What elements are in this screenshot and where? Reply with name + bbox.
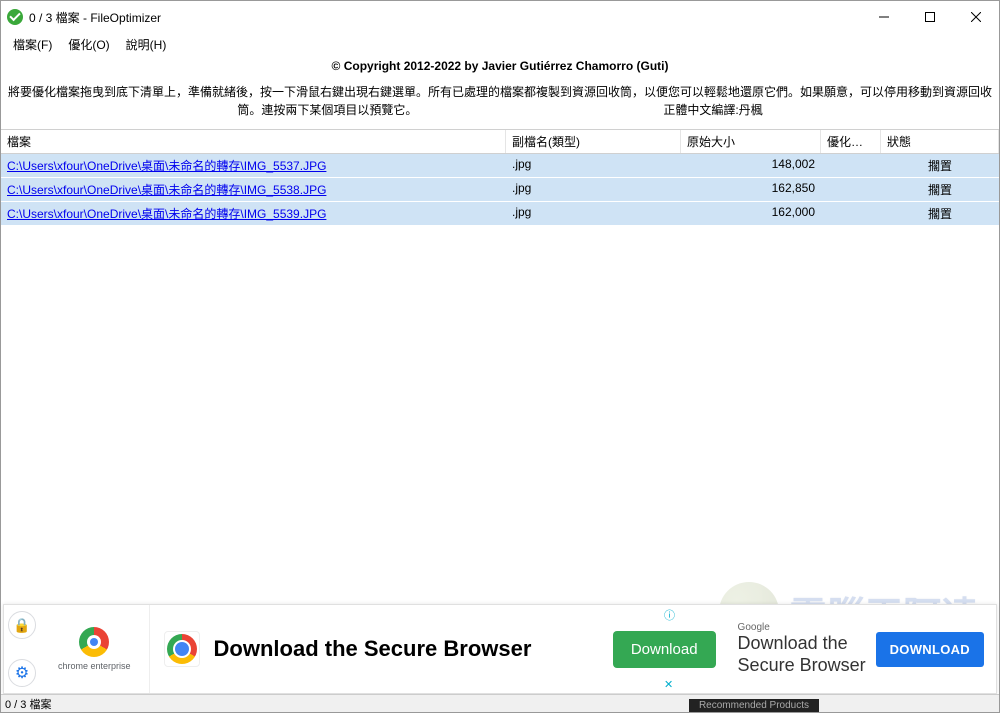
window-title: 0 / 3 檔案 - FileOptimizer [29,9,161,26]
cell-ext: .jpg [506,202,681,225]
status-text: 0 / 3 檔案 [5,696,51,712]
minimize-button[interactable] [861,1,907,33]
chrome-logo-icon [167,634,197,664]
col-header-ext[interactable]: 副檔名(類型) [506,130,681,153]
file-table: 檔案 副檔名(類型) 原始大小 優化後大小 狀態 C:\Users\xfour\… [1,129,999,226]
menu-file[interactable]: 檔案(F) [5,34,60,55]
cell-opt [821,178,881,201]
cell-orig: 148,002 [681,154,821,177]
close-button[interactable] [953,1,999,33]
menu-help[interactable]: 說明(H) [118,34,175,55]
col-header-opt[interactable]: 優化後大小 [821,130,881,153]
ad-close-icon[interactable]: ✕ [664,678,673,691]
info-block: © Copyright 2012-2022 by Javier Gutiérre… [1,55,999,123]
maximize-button[interactable] [907,1,953,33]
adchoices-icon[interactable]: ⓘ [664,607,675,623]
cell-orig: 162,850 [681,178,821,201]
col-header-file[interactable]: 檔案 [1,130,506,153]
titlebar: 0 / 3 檔案 - FileOptimizer [1,1,999,33]
cell-file[interactable]: C:\Users\xfour\OneDrive\桌面\未命名的轉存\IMG_55… [1,154,506,177]
lock-icon[interactable]: 🔒 [8,611,36,639]
copyright-text: © Copyright 2012-2022 by Javier Gutiérre… [7,59,993,73]
ad-enterprise-label: chrome enterprise [58,661,131,671]
cell-ext: .jpg [506,154,681,177]
gear-icon[interactable]: ⚙ [8,659,36,687]
ad-right-block: Google Download the Secure Browser DOWNL… [726,622,996,676]
cell-ext: .jpg [506,178,681,201]
window-controls [861,1,999,33]
chrome-logo-icon [79,627,109,657]
cell-opt [821,202,881,225]
cell-orig: 162,000 [681,202,821,225]
cell-status: 擱置 [881,154,999,177]
ad-mini-logo[interactable] [164,631,200,667]
ad-headline: Download the Secure Browser [214,636,613,661]
table-row[interactable]: C:\Users\xfour\OneDrive\桌面\未命名的轉存\IMG_55… [1,154,999,178]
cell-file[interactable]: C:\Users\xfour\OneDrive\桌面\未命名的轉存\IMG_55… [1,202,506,225]
menubar: 檔案(F) 優化(O) 說明(H) [1,33,999,55]
table-row[interactable]: C:\Users\xfour\OneDrive\桌面\未命名的轉存\IMG_55… [1,178,999,202]
cell-opt [821,154,881,177]
ad-download-blue-button[interactable]: DOWNLOAD [876,632,984,667]
table-header: 檔案 副檔名(類型) 原始大小 優化後大小 狀態 [1,129,999,154]
app-icon [7,9,23,25]
table-row[interactable]: C:\Users\xfour\OneDrive\桌面\未命名的轉存\IMG_55… [1,202,999,226]
menu-optimize[interactable]: 優化(O) [60,34,117,55]
status-dark-label: Recommended Products [689,699,819,712]
cell-status: 擱置 [881,178,999,201]
ad-chrome-block[interactable]: chrome enterprise [40,605,150,693]
app-window: 0 / 3 檔案 - FileOptimizer 檔案(F) 優化(O) 說明(… [0,0,1000,713]
table-body: C:\Users\xfour\OneDrive\桌面\未命名的轉存\IMG_55… [1,154,999,226]
ad-download-green-button[interactable]: Download [613,631,716,668]
ad-left-icons: 🔒 ⚙ [4,605,40,693]
ad-google-label: Google [738,622,866,633]
cell-status: 擱置 [881,202,999,225]
col-header-orig[interactable]: 原始大小 [681,130,821,153]
statusbar: 0 / 3 檔案 Recommended Products [1,694,999,712]
ad-banner: 🔒 ⚙ chrome enterprise Download the Secur… [3,604,997,694]
cell-file[interactable]: C:\Users\xfour\OneDrive\桌面\未命名的轉存\IMG_55… [1,178,506,201]
instructions-text: 將要優化檔案拖曳到底下清單上，準備就緒後，按一下滑鼠右鍵出現右鍵選單。所有已處理… [7,83,993,119]
col-header-status[interactable]: 狀態 [881,130,999,153]
ad-right-headline-2: Secure Browser [738,655,866,677]
ad-right-headline-1: Download the [738,633,866,655]
